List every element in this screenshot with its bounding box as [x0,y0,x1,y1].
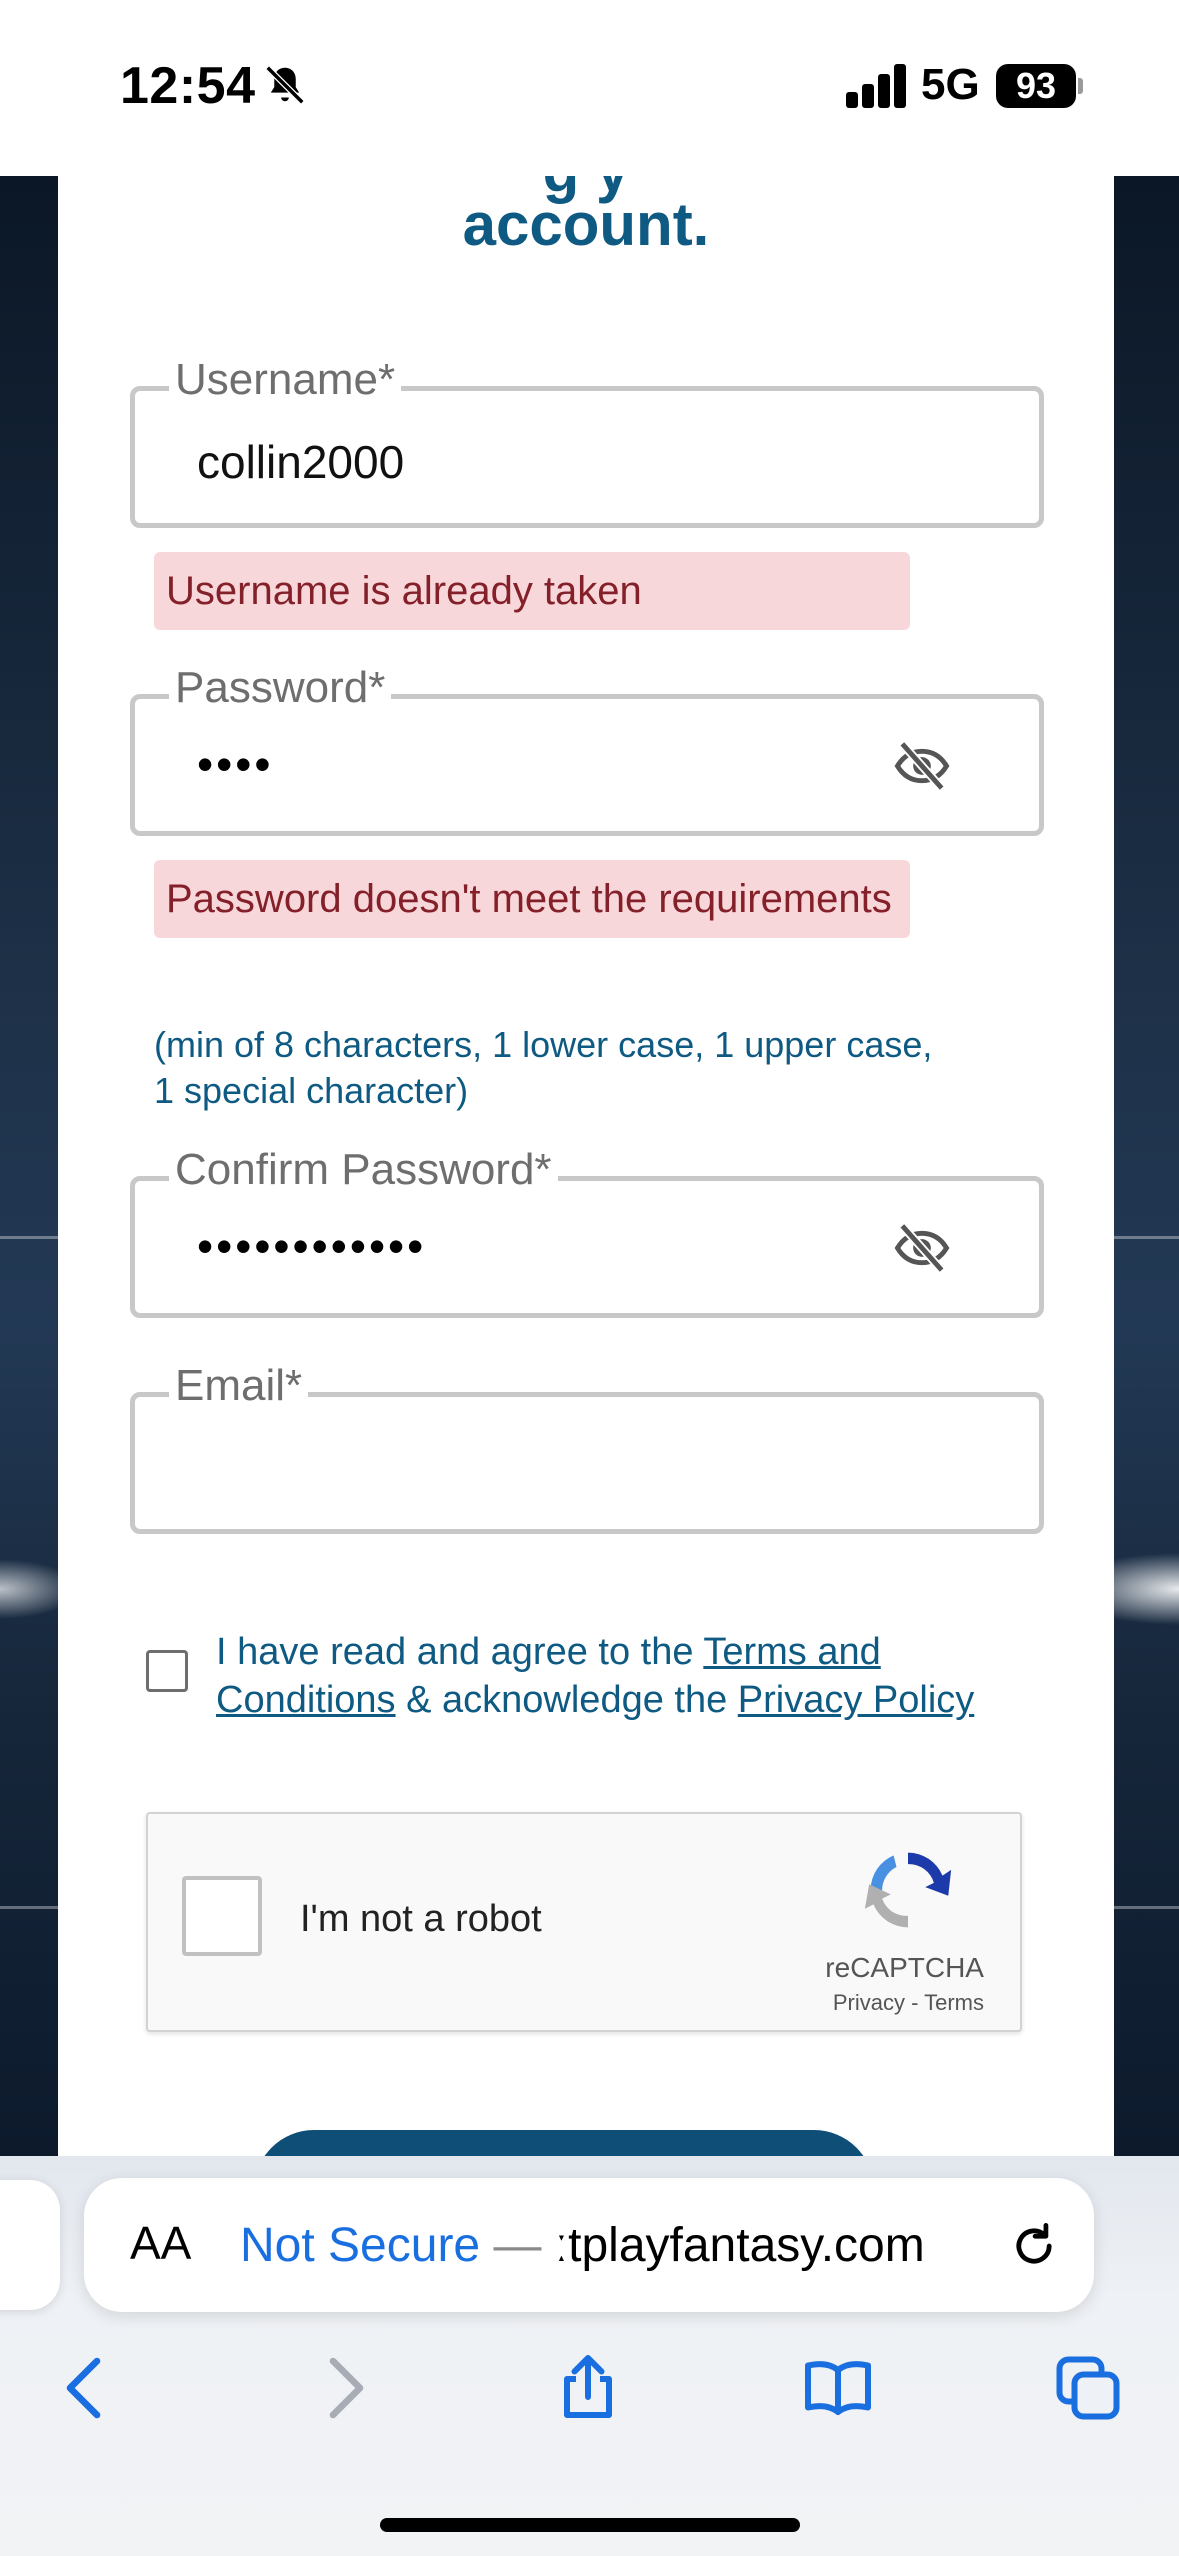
url-text[interactable]: Not Secure — ːtplayfantasy.com [240,2218,925,2273]
eye-slash-icon[interactable] [891,739,953,793]
reload-icon[interactable] [1008,2220,1060,2272]
agree-text-middle: & acknowledge the [395,1679,738,1721]
recaptcha-logo-icon [864,1852,952,1928]
recaptcha-widget: I'm not a robot reCAPTCHA Privacy - Term… [146,1812,1022,2032]
share-icon[interactable] [552,2352,624,2424]
battery-level: 93 [1015,65,1057,106]
light-streak [1114,1236,1179,1239]
back-icon[interactable] [52,2352,124,2424]
bookmarks-icon[interactable] [802,2352,874,2424]
url-domain: ːtplayfantasy.com [554,2219,925,2272]
aa-label: AA [130,2217,192,2269]
username-error: Username is already taken [154,552,910,630]
confirm-password-label: Confirm Password* [169,1145,558,1195]
recaptcha-privacy-terms[interactable]: Privacy - Terms [833,1990,984,2016]
password-value[interactable]: •••• [197,737,273,791]
battery-icon: 93 [996,64,1076,108]
light-streak [0,1236,58,1239]
recaptcha-checkbox[interactable] [182,1876,262,1956]
password-field[interactable]: Password* •••• [130,663,1044,836]
status-bar: 12:54 5G 93 [0,0,1179,176]
privacy-policy-link[interactable]: Privacy Policy [738,1679,975,1721]
page-heading: account. [462,191,710,258]
page-settings-button[interactable]: AA [130,2216,191,2270]
agree-text-before: I have read and agree to the [216,1631,704,1673]
username-field[interactable]: Username* collin2000 [130,355,1044,528]
username-label: Username* [169,355,402,405]
recaptcha-label: I'm not a robot [300,1898,542,1940]
forward-icon[interactable] [306,2352,378,2424]
home-indicator [380,2518,800,2532]
email-label: Email* [169,1361,309,1411]
password-label: Password* [169,663,392,713]
light-streak [1114,1906,1179,1909]
confirm-password-field[interactable]: Confirm Password* •••••••••••• [130,1145,1044,1318]
signal-icon [846,64,906,108]
network-type: 5G [921,60,980,109]
light-streak [0,1906,58,1909]
eye-slash-icon[interactable] [891,1221,953,1275]
not-secure-label: Not Secure [240,2219,481,2272]
username-value[interactable]: collin2000 [197,435,404,489]
submit-button[interactable] [254,2130,874,2156]
password-requirements: (min of 8 characters, 1 lower case, 1 up… [154,1024,933,1111]
recaptcha-brand: reCAPTCHA [825,1952,984,1983]
agree-text: I have read and agree to the Terms and C… [216,1628,1056,1724]
confirm-password-value[interactable]: •••••••••••• [197,1219,426,1273]
battery-nub [1078,78,1083,94]
registration-card: g y account. Username* collin2000 Userna… [58,176,1114,2156]
email-field[interactable]: Email* [130,1361,1044,1534]
password-error: Password doesn't meet the requirements [154,860,910,938]
previous-tab-preview[interactable] [0,2180,60,2310]
agree-checkbox[interactable] [146,1650,188,1692]
url-separator: — [480,2219,555,2272]
tabs-icon[interactable] [1052,2352,1124,2424]
status-time: 12:54 [120,57,256,115]
address-bar[interactable]: AA Not Secure — ːtplayfantasy.com [84,2178,1094,2312]
bell-slash-icon [265,65,305,105]
